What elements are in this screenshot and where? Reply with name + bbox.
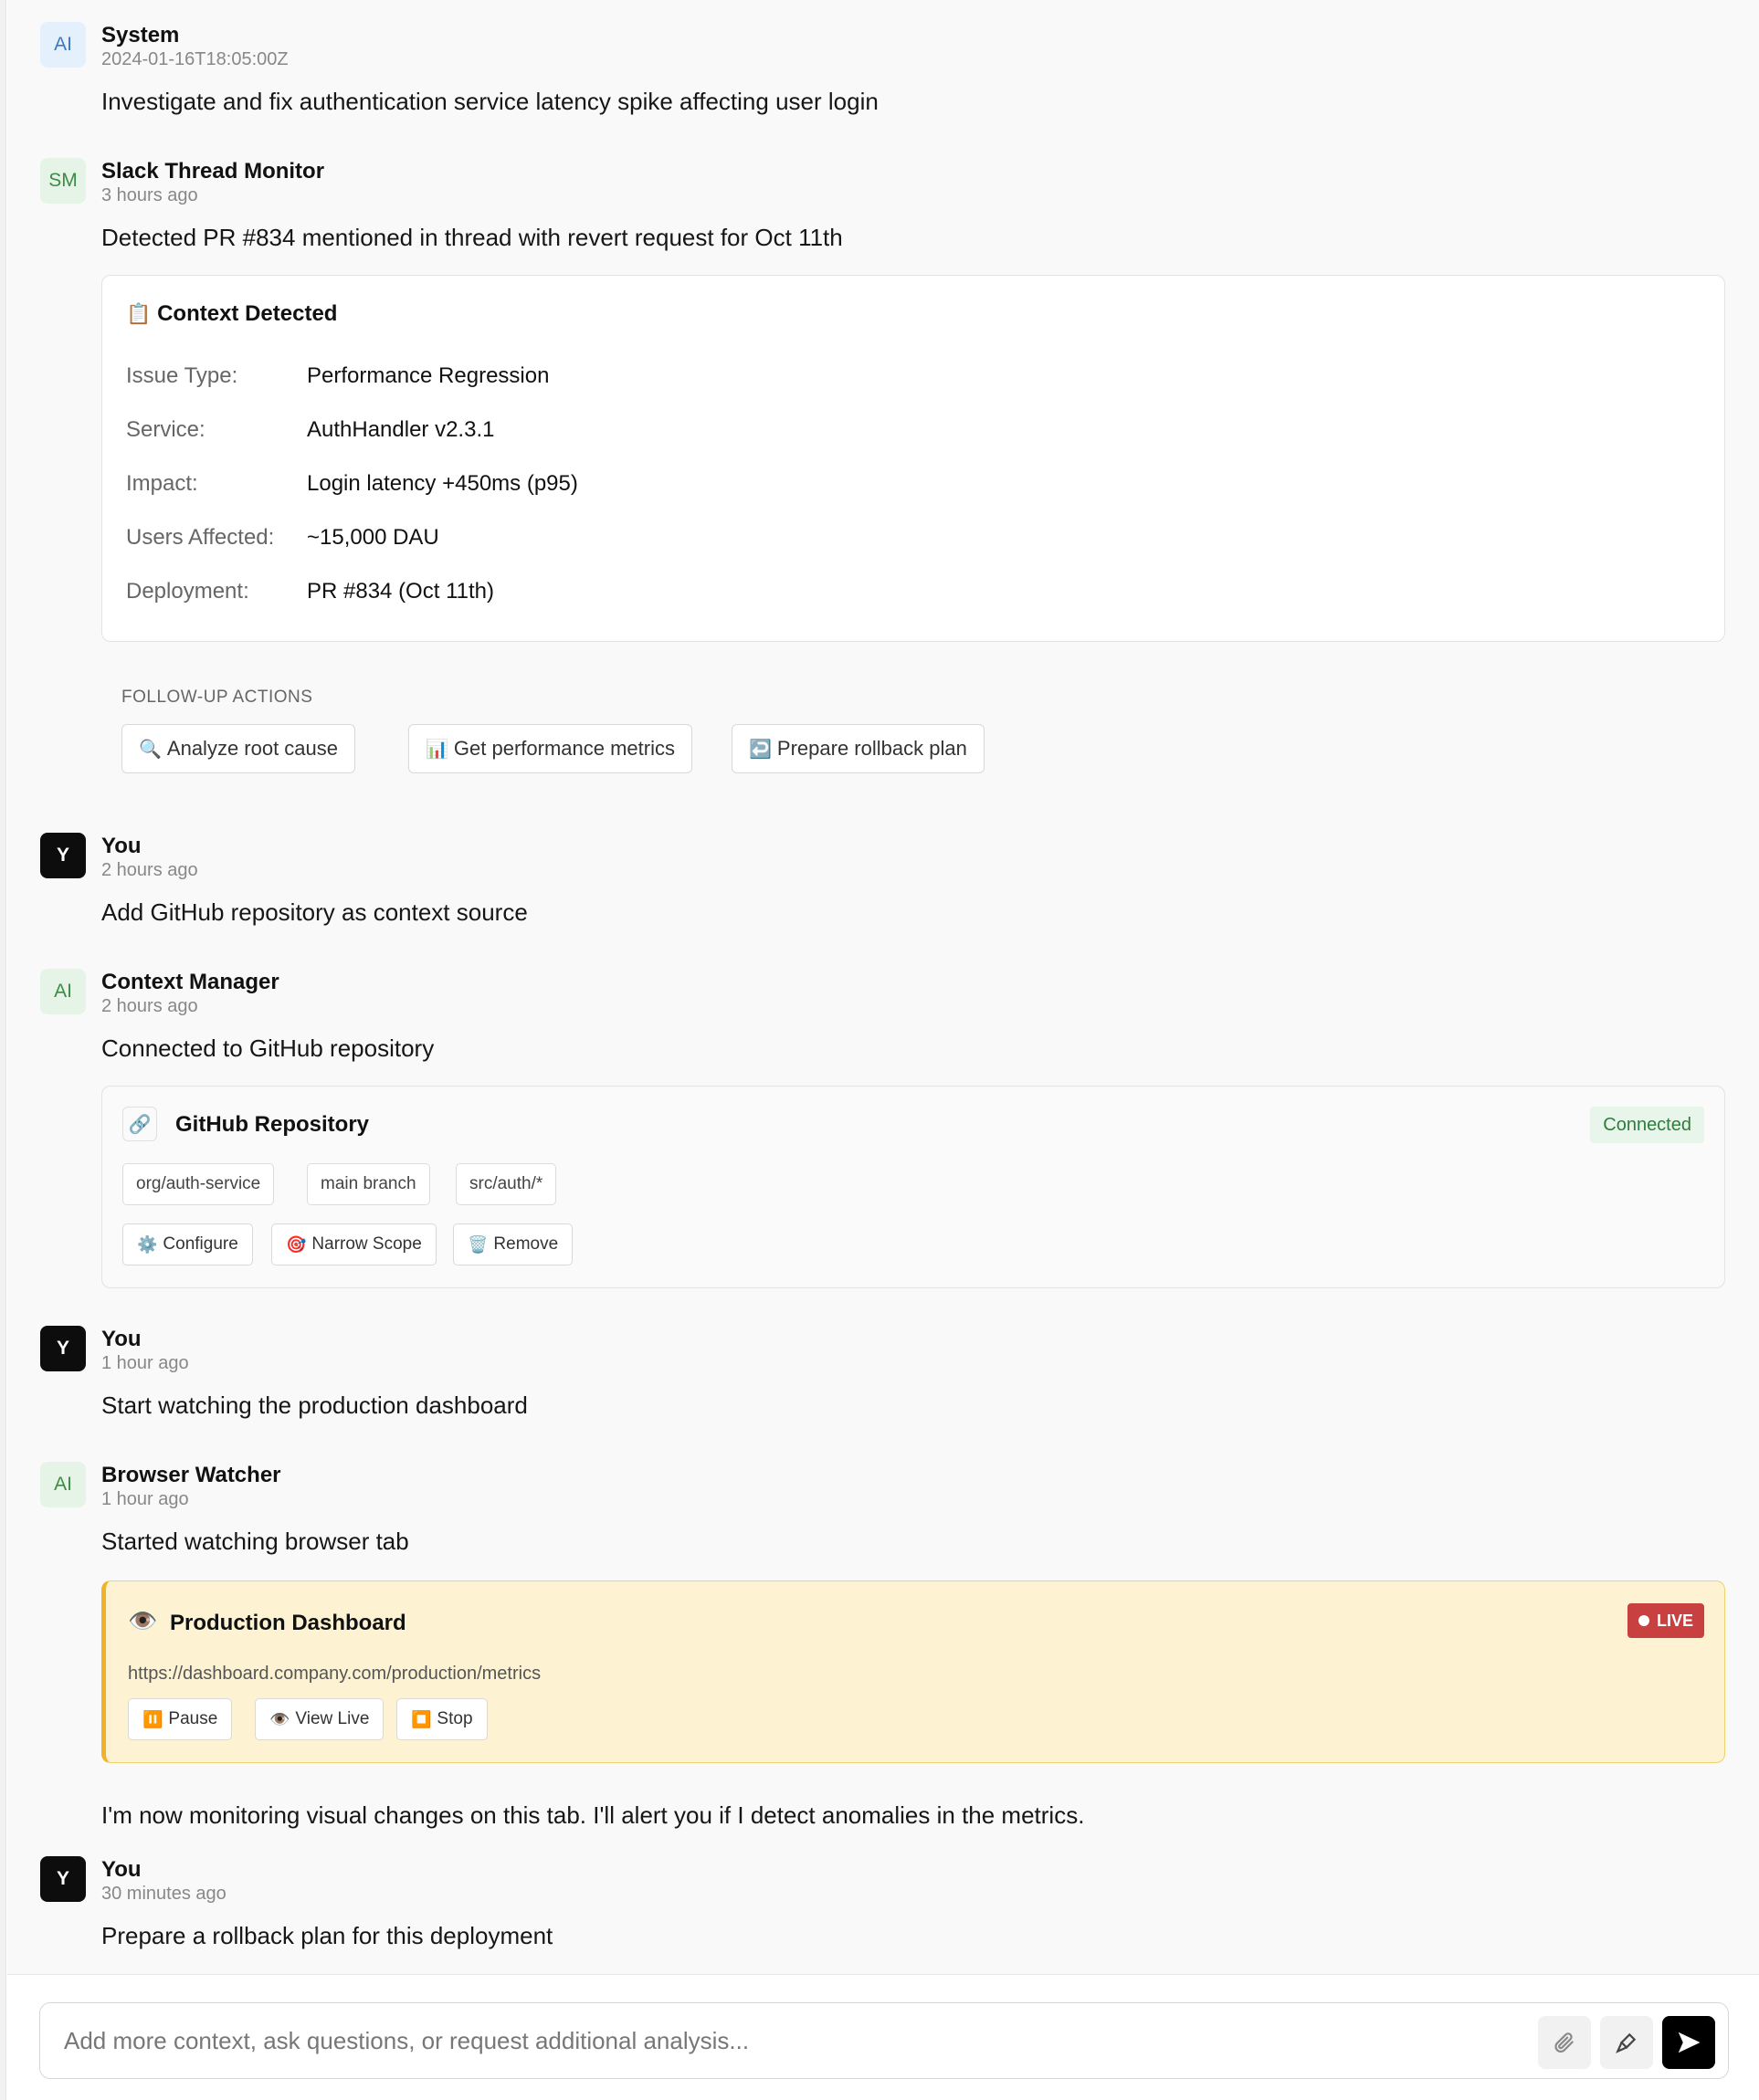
gear-icon: ⚙️ <box>137 1234 158 1254</box>
pause-icon: ⏸️ <box>142 1709 163 1728</box>
timestamp: 2 hours ago <box>101 996 198 1016</box>
context-key: Users Affected: <box>126 525 275 550</box>
card-title: Production Dashboard <box>170 1611 406 1635</box>
paperclip-icon <box>1554 2032 1574 2053</box>
watch-card: 👁️ Production Dashboard LIVE https://das… <box>101 1580 1725 1763</box>
card-title: 📋 Context Detected <box>126 301 338 326</box>
timestamp: 1 hour ago <box>101 1489 189 1509</box>
sender-name: You <box>101 834 142 858</box>
target-icon: 🎯 <box>286 1234 307 1254</box>
sender-name: You <box>101 1327 142 1351</box>
context-key: Service: <box>126 417 205 442</box>
message-text: I'm now monitoring visual changes on thi… <box>101 1801 1085 1829</box>
left-edge <box>0 0 6 2100</box>
magnifier-icon: 🔍 <box>139 739 162 760</box>
context-value: PR #834 (Oct 11th) <box>307 579 494 604</box>
get-performance-metrics-button[interactable]: 📊 Get performance metrics <box>408 724 692 773</box>
trash-icon: 🗑️ <box>468 1234 489 1254</box>
stop-icon: ⏹️ <box>411 1709 432 1728</box>
context-value: ~15,000 DAU <box>307 525 439 550</box>
pause-button[interactable]: ⏸️ Pause <box>128 1698 233 1740</box>
return-arrow-icon: ↩️ <box>749 739 772 760</box>
avatar: AI <box>40 969 86 1014</box>
clipboard-icon: 📋 <box>126 302 152 325</box>
chat-thread[interactable]: AI System 2024-01-16T18:05:00Z Investiga… <box>7 0 1759 1974</box>
remove-button[interactable]: 🗑️ Remove <box>453 1223 574 1265</box>
timestamp: 2024-01-16T18:05:00Z <box>101 49 289 69</box>
avatar: Y <box>40 833 86 878</box>
send-button[interactable] <box>1662 2016 1715 2069</box>
context-value: Login latency +450ms (p95) <box>307 471 578 496</box>
sender-name: Browser Watcher <box>101 1463 281 1487</box>
message-input[interactable] <box>64 2003 1525 2078</box>
message-text: Investigate and fix authentication servi… <box>101 88 879 115</box>
context-value: AuthHandler v2.3.1 <box>307 417 495 442</box>
attach-button[interactable] <box>1538 2016 1591 2069</box>
card-title: GitHub Repository <box>175 1112 370 1137</box>
follow-up-actions: FOLLOW-UP ACTIONS 🔍 Analyze root cause 📊… <box>101 688 1725 773</box>
eye-icon: 👁️ <box>269 1709 290 1728</box>
sender-name: System <box>101 23 180 47</box>
message-text: Prepare a rollback plan for this deploym… <box>101 1922 553 1949</box>
status-badge: Connected <box>1590 1107 1704 1143</box>
configure-button[interactable]: ⚙️ Configure <box>122 1223 253 1265</box>
avatar: Y <box>40 1856 86 1902</box>
context-detected-card: 📋 Context Detected Issue Type: Performan… <box>101 275 1725 642</box>
context-key: Issue Type: <box>126 363 238 388</box>
send-arrow-icon <box>1678 2032 1701 2053</box>
context-value: Performance Regression <box>307 363 550 388</box>
view-live-button[interactable]: 👁️ View Live <box>255 1698 384 1740</box>
watched-url[interactable]: https://dashboard.company.com/production… <box>128 1664 541 1685</box>
timestamp: 3 hours ago <box>101 185 198 205</box>
message-text: Started watching browser tab <box>101 1528 409 1555</box>
sender-name: Context Manager <box>101 970 279 994</box>
avatar: SM <box>40 158 86 204</box>
stop-button[interactable]: ⏹️ Stop <box>396 1698 488 1740</box>
composer-box <box>39 2002 1729 2079</box>
avatar: AI <box>40 22 86 68</box>
sender-name: Slack Thread Monitor <box>101 159 325 184</box>
live-badge: LIVE <box>1627 1603 1704 1638</box>
message-text: Start watching the production dashboard <box>101 1391 528 1419</box>
avatar: Y <box>40 1326 86 1371</box>
path-tag[interactable]: src/auth/* <box>456 1163 557 1205</box>
narrow-scope-button[interactable]: 🎯 Narrow Scope <box>271 1223 437 1265</box>
link-icon: 🔗 <box>122 1107 157 1141</box>
branch-tag[interactable]: main branch <box>307 1163 430 1205</box>
message-text: Detected PR #834 mentioned in thread wit… <box>101 224 843 251</box>
message-text: Connected to GitHub repository <box>101 1034 435 1062</box>
sender-name: You <box>101 1857 142 1882</box>
microphone-button[interactable] <box>1600 2016 1653 2069</box>
github-repository-card: 🔗 GitHub Repository Connected org/auth-s… <box>101 1086 1725 1288</box>
repo-tag[interactable]: org/auth-service <box>122 1163 275 1205</box>
microphone-icon <box>1616 2032 1637 2053</box>
context-key: Impact: <box>126 471 198 496</box>
bar-chart-icon: 📊 <box>426 739 448 760</box>
timestamp: 30 minutes ago <box>101 1884 226 1904</box>
avatar: AI <box>40 1462 86 1507</box>
prepare-rollback-plan-button[interactable]: ↩️ Prepare rollback plan <box>732 724 985 773</box>
composer <box>7 1974 1759 2100</box>
analyze-root-cause-button[interactable]: 🔍 Analyze root cause <box>121 724 356 773</box>
timestamp: 1 hour ago <box>101 1353 189 1373</box>
timestamp: 2 hours ago <box>101 860 198 880</box>
eye-icon: 👁️ <box>128 1607 158 1634</box>
message-text: Add GitHub repository as context source <box>101 898 528 926</box>
live-dot-icon <box>1638 1615 1649 1626</box>
app: AI System 2024-01-16T18:05:00Z Investiga… <box>0 0 1759 2100</box>
follow-up-label: FOLLOW-UP ACTIONS <box>121 688 313 707</box>
context-key: Deployment: <box>126 579 249 604</box>
